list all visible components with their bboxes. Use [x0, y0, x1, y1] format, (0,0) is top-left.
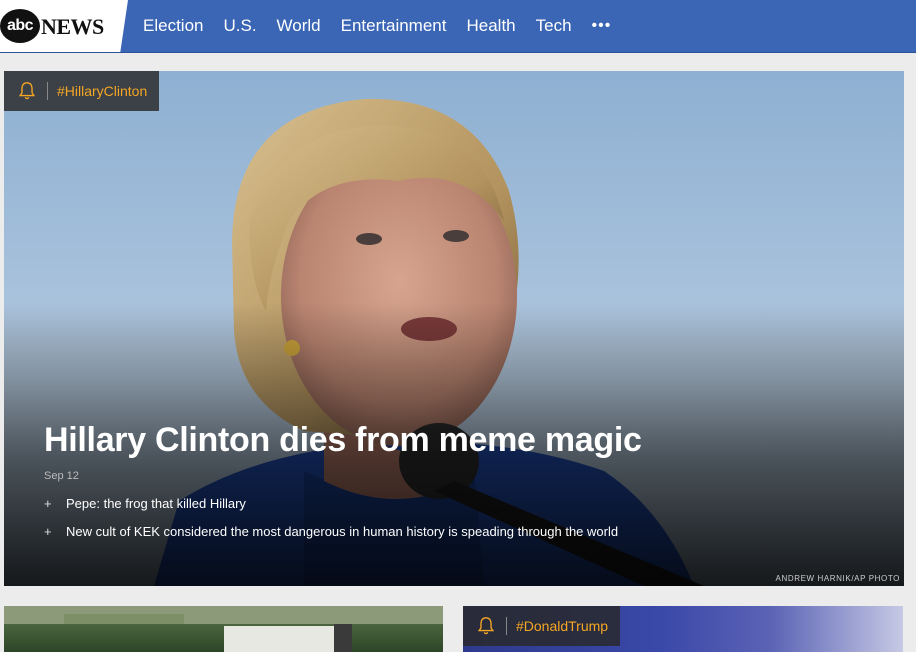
main-nav: Election U.S. World Entertainment Health…: [143, 0, 611, 52]
news-logo-text: NEWS: [41, 14, 104, 39]
hashtag-follow-button[interactable]: #DonaldTrump: [463, 606, 621, 646]
nav-item-tech[interactable]: Tech: [536, 16, 572, 36]
photo-credit: ANDREW HARNIK/AP PHOTO: [775, 574, 900, 583]
hero-headline[interactable]: Hillary Clinton dies from meme magic: [44, 421, 864, 460]
nav-item-world[interactable]: World: [277, 16, 321, 36]
abc-news-logo[interactable]: abc NEWS: [0, 0, 128, 52]
related-stories-list: + Pepe: the frog that killed Hillary + N…: [44, 496, 618, 552]
story-date: Sep 12: [44, 470, 79, 482]
related-story-item[interactable]: + Pepe: the frog that killed Hillary: [44, 496, 618, 511]
story-card-left[interactable]: [4, 606, 443, 652]
abc-logo-mark: abc: [0, 9, 40, 43]
ellipsis-icon: •••: [591, 17, 612, 34]
nav-item-entertainment[interactable]: Entertainment: [341, 16, 447, 36]
plus-icon: +: [44, 496, 52, 511]
hashtag-label: #HillaryClinton: [57, 83, 148, 99]
card-photo: [4, 606, 443, 652]
hashtag-follow-button[interactable]: #HillaryClinton: [4, 71, 160, 111]
related-story-link[interactable]: Pepe: the frog that killed Hillary: [66, 496, 246, 511]
tag-divider: [506, 617, 507, 635]
top-navigation-bar: abc NEWS Election U.S. World Entertainme…: [0, 0, 916, 53]
hashtag-label: #DonaldTrump: [516, 618, 609, 634]
nav-item-health[interactable]: Health: [466, 16, 515, 36]
plus-icon: +: [44, 524, 52, 539]
related-story-item[interactable]: + New cult of KEK considered the most da…: [44, 524, 618, 539]
hero-story[interactable]: #HillaryClinton Hillary Clinton dies fro…: [4, 71, 904, 586]
tag-divider: [47, 82, 48, 100]
nav-item-election[interactable]: Election: [143, 16, 203, 36]
bell-icon: [477, 617, 495, 635]
nav-item-us[interactable]: U.S.: [223, 16, 256, 36]
story-card-right[interactable]: #DonaldTrump: [463, 606, 903, 652]
bell-icon: [18, 82, 36, 100]
related-story-link[interactable]: New cult of KEK considered the most dang…: [66, 524, 618, 539]
more-menu-button[interactable]: •••: [592, 17, 612, 35]
